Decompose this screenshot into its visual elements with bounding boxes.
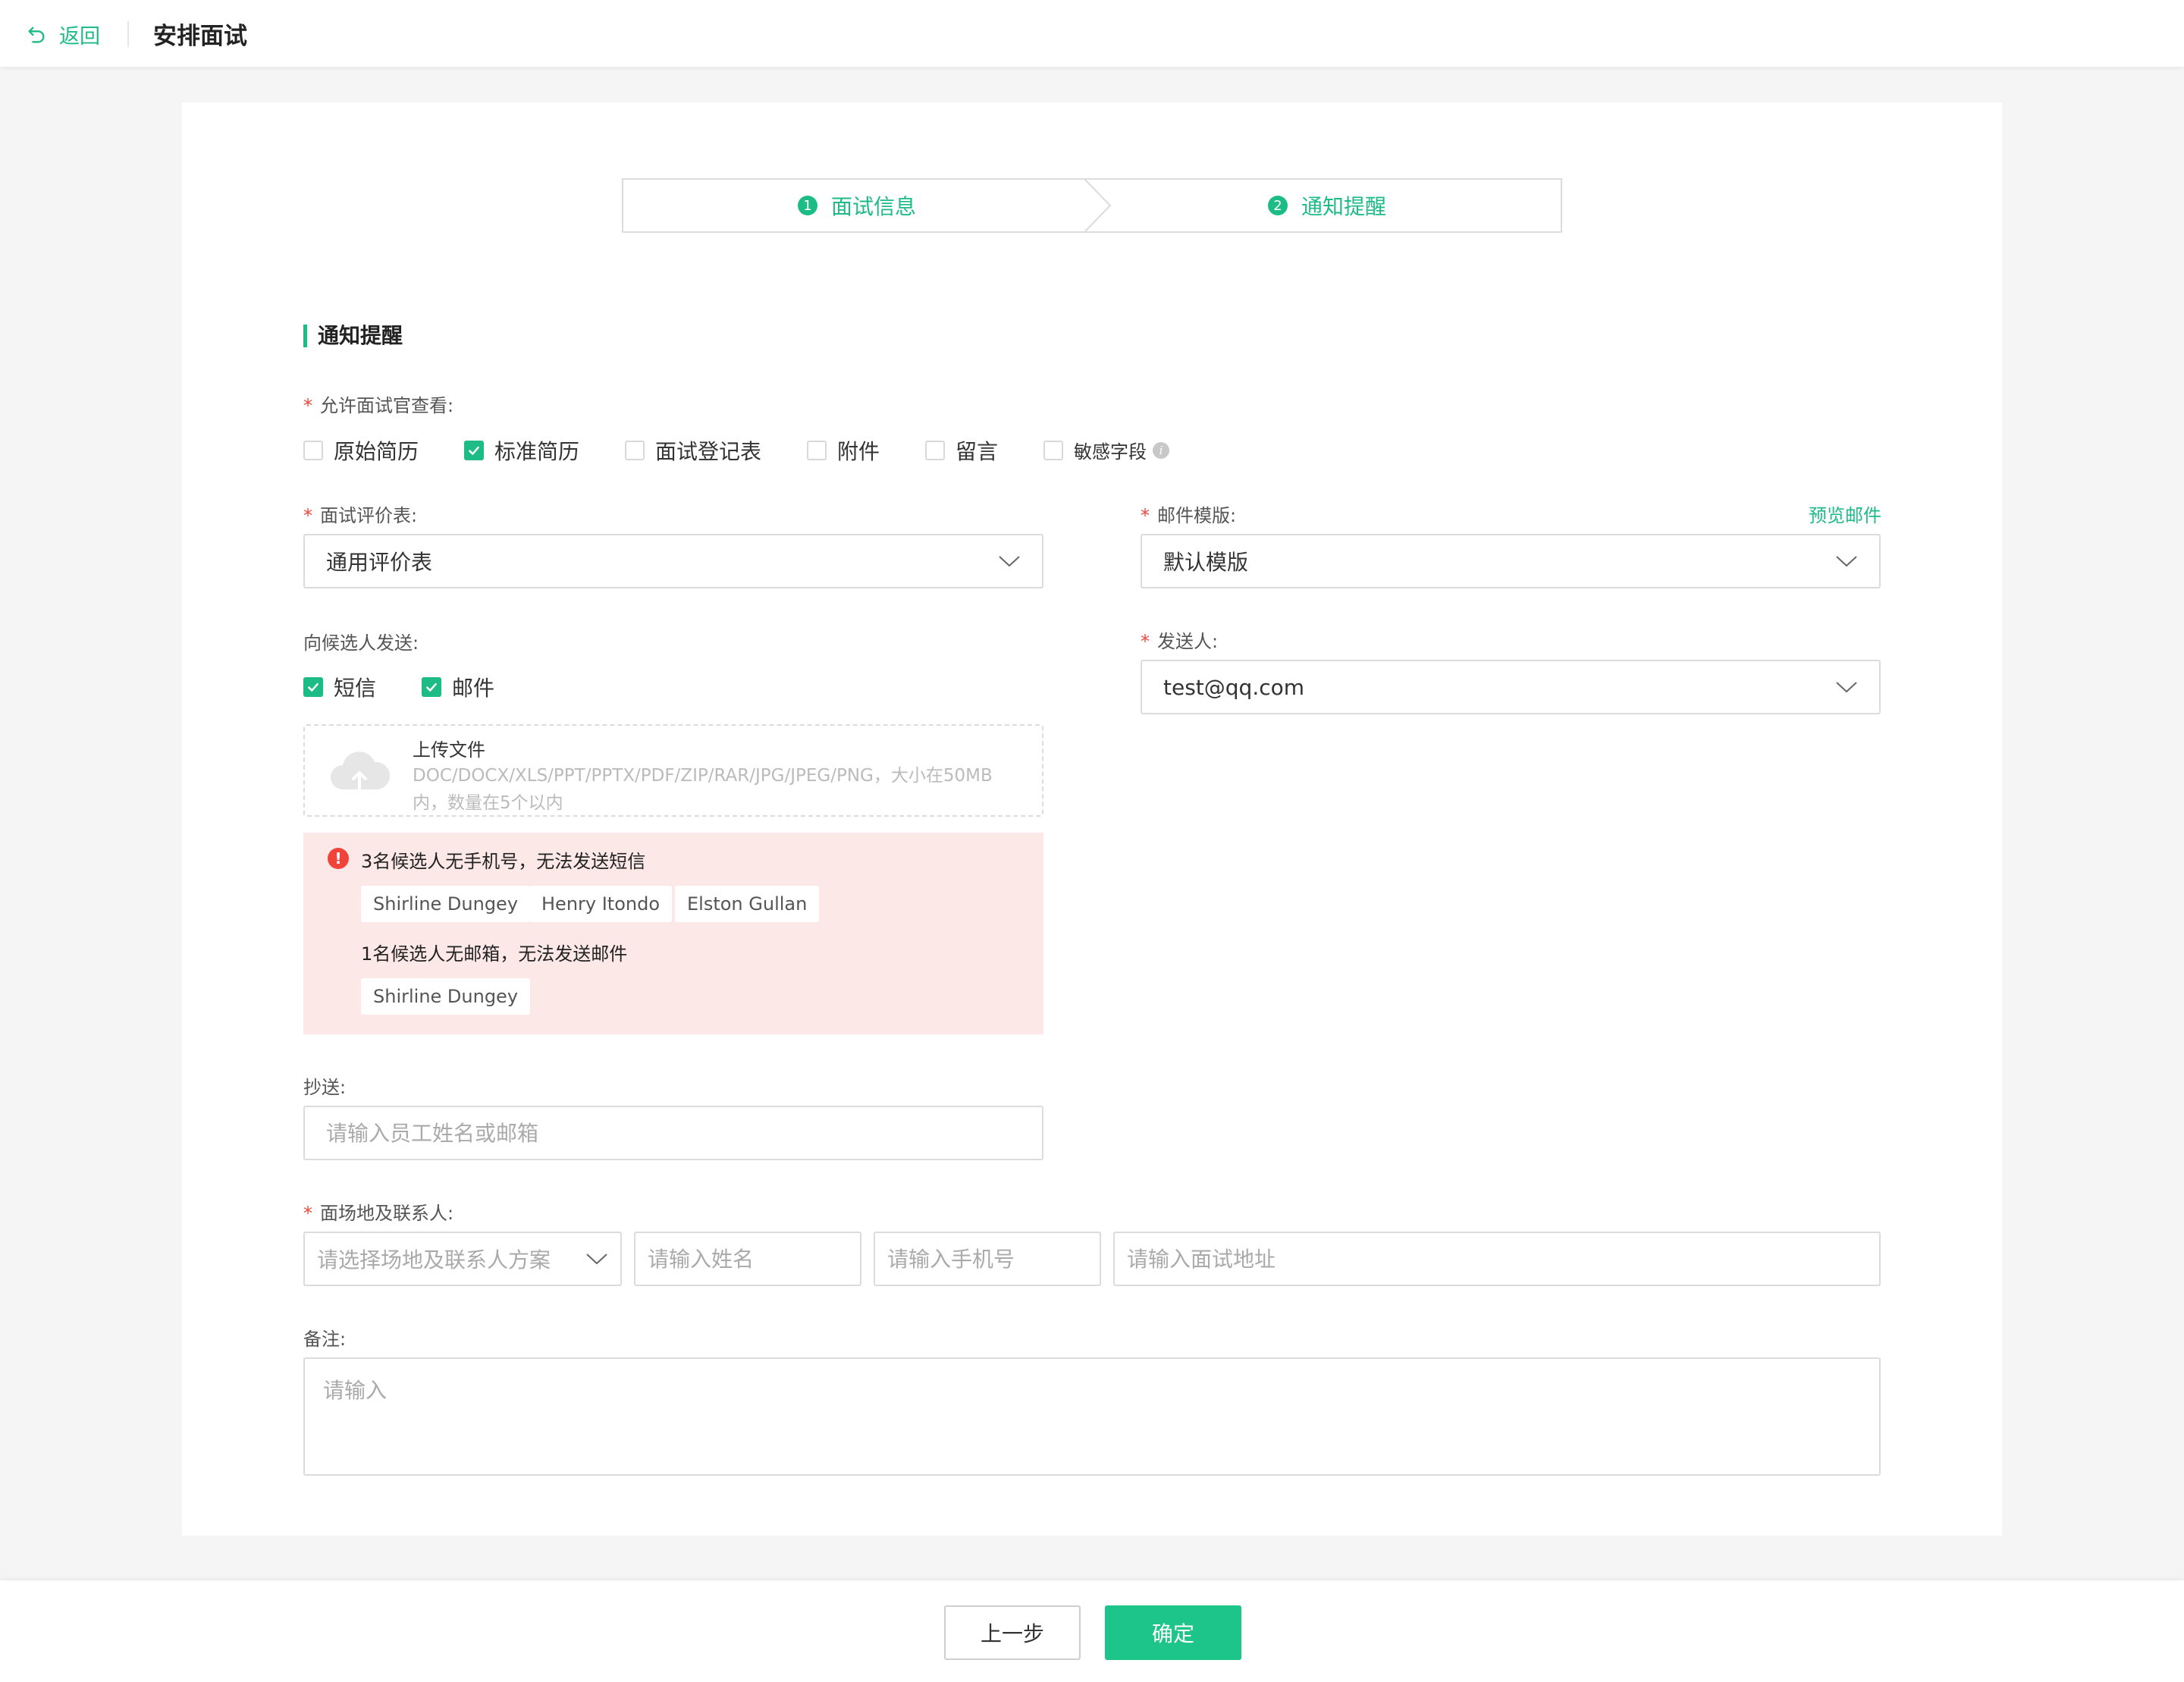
- eval-form-select[interactable]: 通用评价表: [303, 534, 1043, 588]
- back-label: 返回: [59, 25, 100, 49]
- candidate-tag: Shirline Dungey: [361, 978, 531, 1015]
- upload-hint: DOC/DOCX/XLS/PPT/PPTX/PDF/ZIP/RAR/JPG/JP…: [413, 766, 993, 813]
- mail-warning-text: 1名候选人无邮箱，无法发送邮件: [361, 943, 628, 965]
- main-card: [182, 102, 2002, 1536]
- candidate-tag: Elston Gullan: [675, 886, 820, 922]
- checkbox-label: 邮件: [452, 676, 495, 701]
- checkbox-box-checked: [464, 441, 484, 460]
- checkbox-email[interactable]: 邮件: [422, 672, 494, 702]
- step-notification[interactable]: 2 通知提醒: [1092, 178, 1562, 233]
- venue-scheme-select[interactable]: 请选择场地及联系人方案: [303, 1232, 622, 1286]
- upload-title: 上传文件: [413, 739, 485, 761]
- info-icon[interactable]: i: [1153, 441, 1169, 459]
- sms-warning-text: 3名候选人无手机号，无法发送短信: [361, 851, 646, 872]
- allow-view-label: * 允许面试官查看:: [303, 395, 454, 416]
- section-title: 通知提醒: [303, 325, 403, 347]
- checkbox-box: [925, 441, 945, 460]
- step-number: 1: [797, 196, 817, 215]
- checkbox-label: 短信: [334, 676, 377, 701]
- checkbox-box-checked: [422, 677, 441, 697]
- mail-template-select[interactable]: 默认模版: [1141, 534, 1881, 588]
- cc-input[interactable]: [303, 1106, 1043, 1160]
- send-to-candidate-label: 向候选人发送:: [303, 632, 419, 654]
- mail-template-label: * 邮件模版:: [1141, 505, 1237, 526]
- sender-select[interactable]: test@qq.com: [1141, 660, 1881, 714]
- back-button[interactable]: 返回: [26, 20, 100, 49]
- checkbox-box-checked: [303, 677, 323, 697]
- contact-phone-input[interactable]: [874, 1232, 1101, 1286]
- step-number: 2: [1267, 196, 1288, 215]
- check-icon: [469, 446, 479, 455]
- checkbox-attachment[interactable]: 附件: [807, 435, 880, 466]
- checkbox-message[interactable]: 留言: [925, 435, 998, 466]
- select-placeholder: 请选择场地及联系人方案: [317, 1247, 551, 1272]
- warning-box: ! 3名候选人无手机号，无法发送短信 Shirline Dungey Henry…: [303, 833, 1043, 1034]
- checkbox-box: [1043, 440, 1063, 460]
- previous-step-button[interactable]: 上一步: [944, 1605, 1081, 1660]
- step-indicator: 1 面试信息 2 通知提醒: [622, 178, 1562, 233]
- checkbox-original-resume[interactable]: 原始简历: [303, 435, 419, 466]
- sender-label: * 发送人:: [1141, 631, 1219, 652]
- remark-label: 备注:: [303, 1329, 347, 1350]
- checkbox-label: 标准简历: [494, 439, 580, 464]
- select-value: 默认模版: [1163, 550, 1249, 575]
- candidate-tag: Henry Itondo: [529, 886, 673, 922]
- chevron-down-icon: [1836, 682, 1857, 693]
- remark-textarea[interactable]: [303, 1357, 1881, 1476]
- checkbox-label: 附件: [837, 439, 880, 464]
- top-header: 返回 安排面试: [0, 0, 2184, 67]
- step-label: 面试信息: [830, 194, 916, 219]
- contact-name-input[interactable]: [634, 1232, 861, 1286]
- checkbox-box: [807, 441, 827, 460]
- checkbox-sensitive-fields[interactable]: 敏感字段 i: [1043, 437, 1169, 463]
- chevron-down-icon: [1836, 556, 1857, 567]
- checkbox-label: 敏感字段: [1074, 441, 1147, 463]
- checkbox-label: 原始简历: [334, 439, 419, 464]
- undo-arrow-icon: [28, 27, 45, 42]
- checkbox-sms[interactable]: 短信: [303, 672, 376, 702]
- candidate-tag: Shirline Dungey: [361, 886, 531, 922]
- header-divider: [127, 21, 129, 47]
- select-value: 通用评价表: [326, 550, 433, 575]
- eval-form-label: * 面试评价表:: [303, 505, 418, 526]
- select-value: test@qq.com: [1163, 674, 1305, 700]
- checkbox-standard-resume[interactable]: 标准简历: [464, 435, 579, 466]
- check-icon: [426, 683, 437, 692]
- chevron-down-icon: [999, 556, 1020, 567]
- cc-label: 抄送:: [303, 1077, 347, 1098]
- preview-mail-link[interactable]: 预览邮件: [1809, 501, 1881, 527]
- interview-address-input[interactable]: [1113, 1232, 1881, 1286]
- confirm-button[interactable]: 确定: [1105, 1605, 1241, 1660]
- checkbox-label: 面试登记表: [655, 439, 762, 464]
- error-icon: !: [328, 848, 349, 869]
- chevron-down-icon: [586, 1254, 607, 1265]
- checkbox-registration-form[interactable]: 面试登记表: [625, 435, 761, 466]
- step-label: 通知提醒: [1301, 194, 1386, 219]
- check-icon: [308, 683, 318, 692]
- footer-bar: 上一步 确定: [0, 1580, 2184, 1682]
- checkbox-box: [303, 441, 323, 460]
- checkbox-label: 留言: [956, 439, 999, 464]
- cloud-upload-icon: [331, 752, 391, 792]
- page-title: 安排面试: [153, 23, 247, 50]
- venue-label: * 面场地及联系人:: [303, 1203, 454, 1224]
- checkbox-box: [625, 441, 645, 460]
- step-interview-info[interactable]: 1 面试信息: [622, 178, 1092, 233]
- file-upload-area[interactable]: 上传文件 DOC/DOCX/XLS/PPT/PPTX/PDF/ZIP/RAR/J…: [303, 724, 1043, 817]
